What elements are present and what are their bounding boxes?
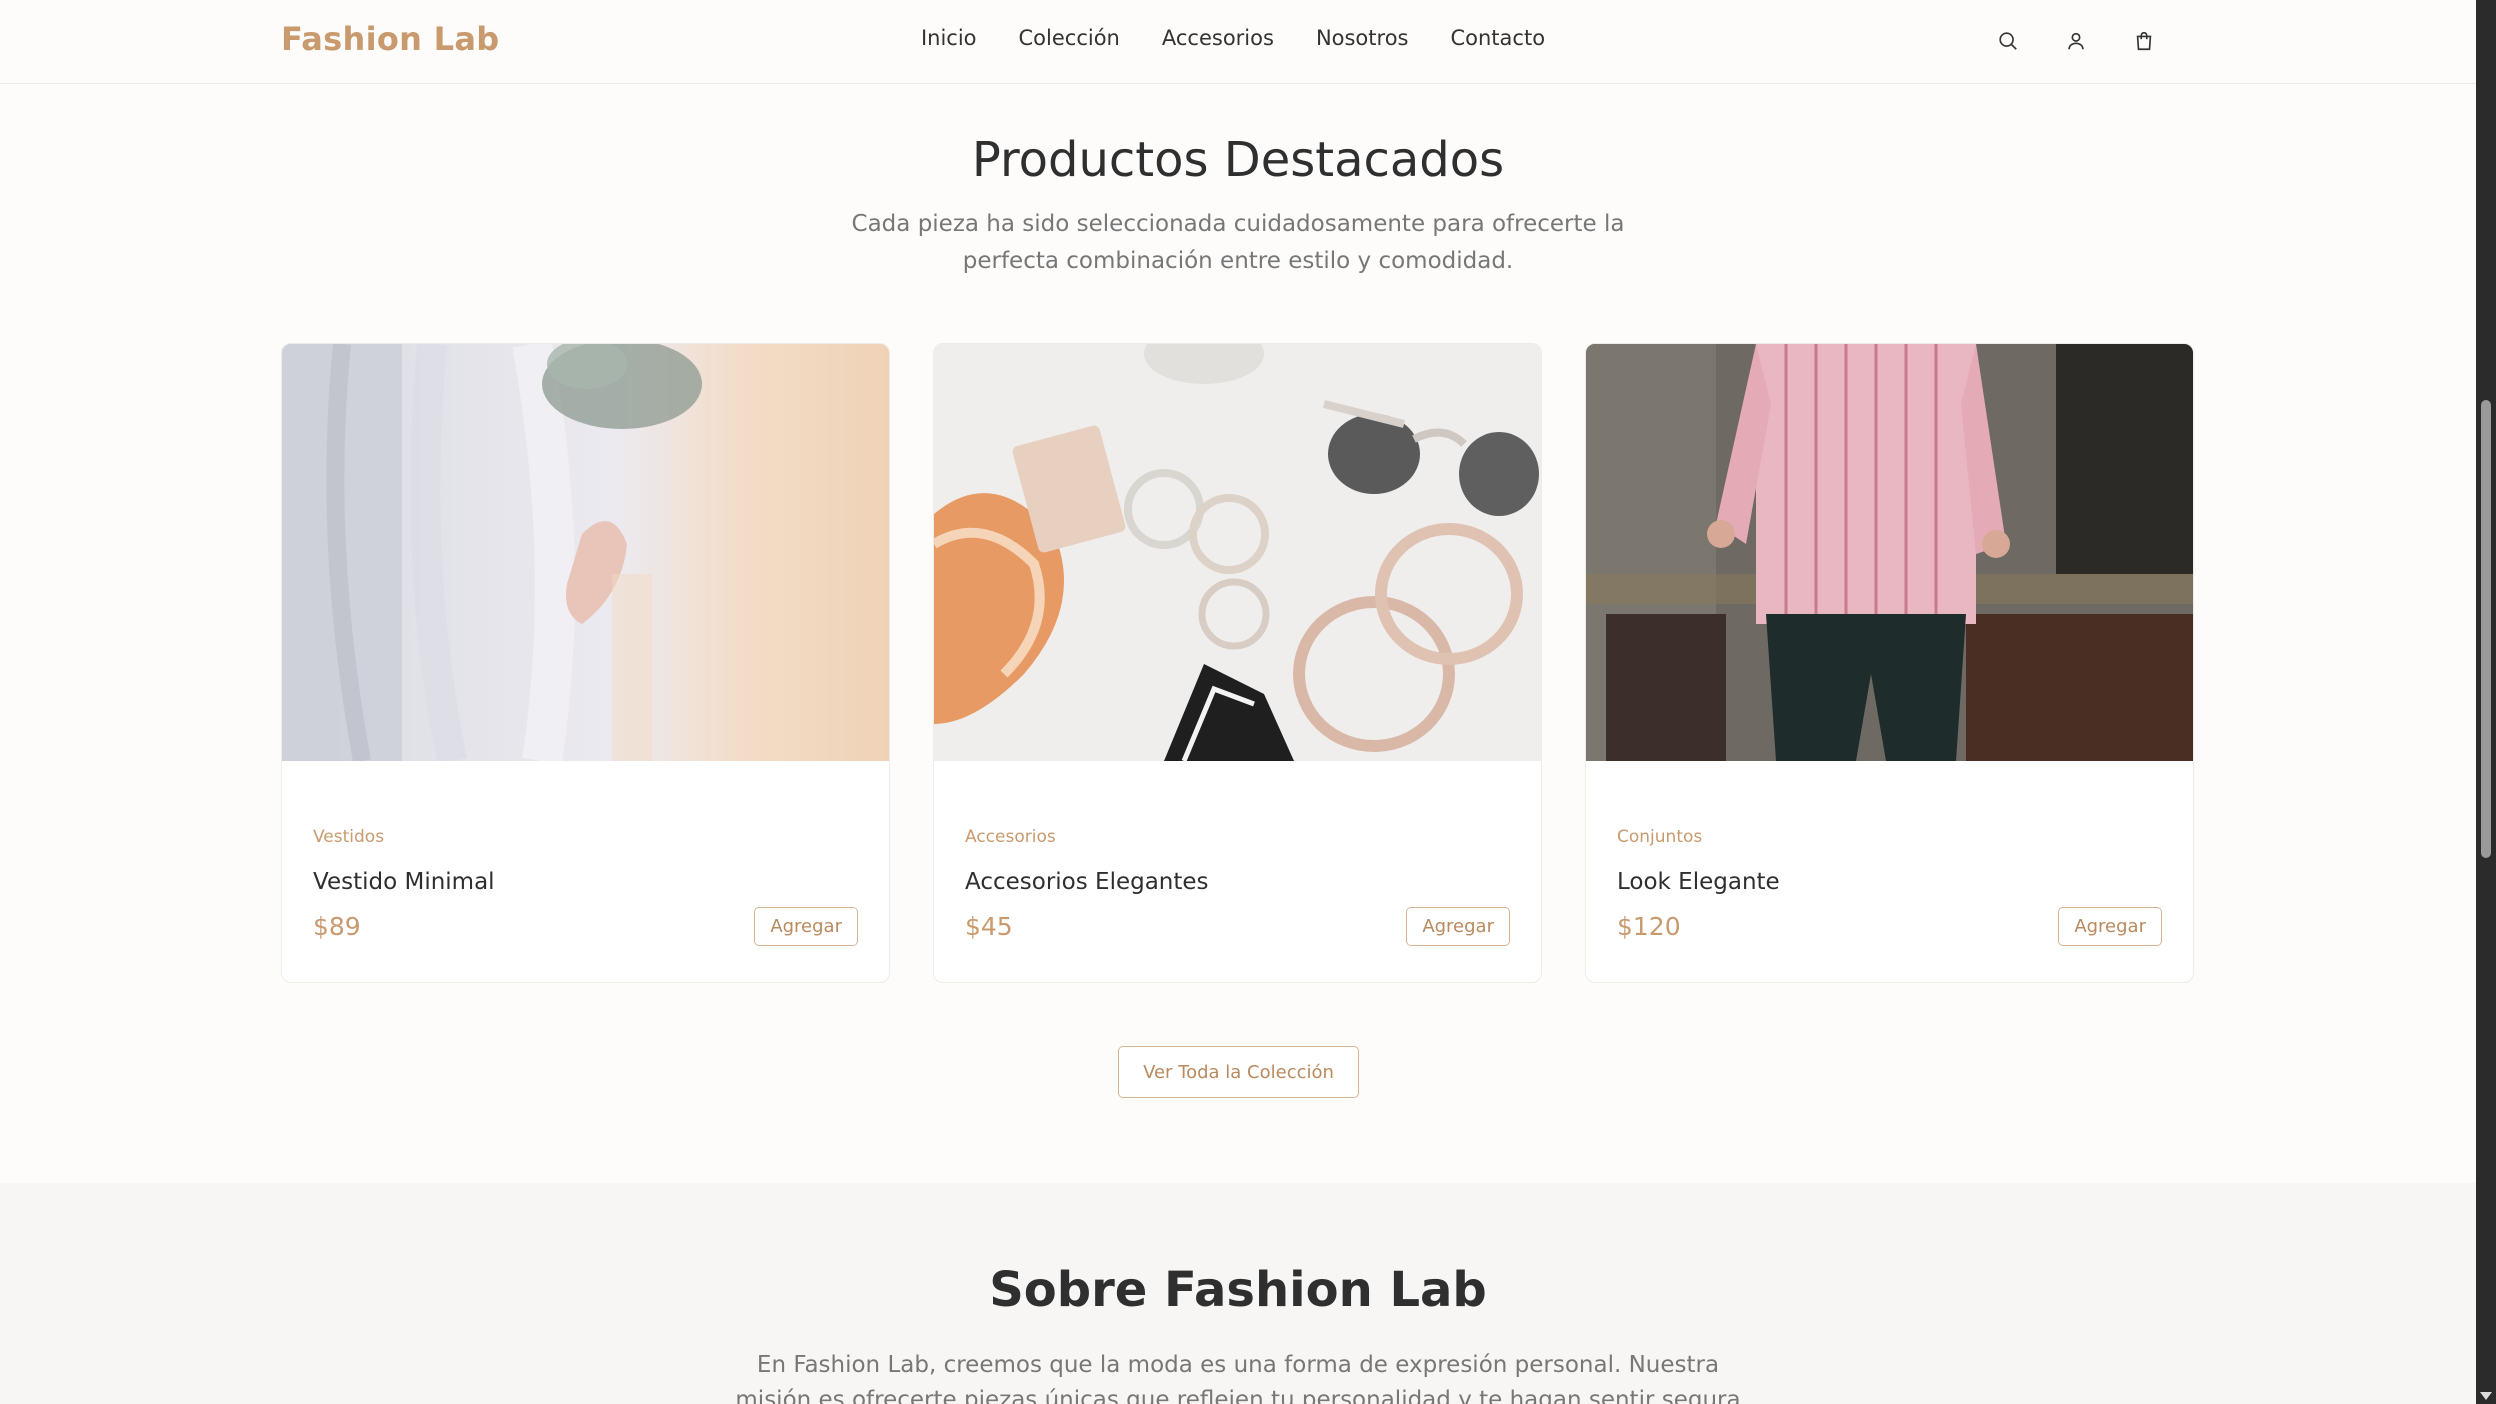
product-category: Conjuntos (1617, 827, 1703, 847)
shopping-bag-icon[interactable] (2132, 26, 2156, 56)
search-icon[interactable] (1996, 26, 2020, 56)
product-grid: Vestidos Vestido Minimal $89 Agregar Acc… (281, 343, 2194, 983)
product-price: $45 (965, 912, 1013, 941)
site-header: Fashion Lab Inicio Colección Accesorios … (0, 0, 2476, 84)
product-price: $89 (313, 912, 361, 941)
product-name[interactable]: Vestido Minimal (313, 869, 858, 895)
product-name[interactable]: Look Elegante (1617, 869, 2162, 895)
product-price: $120 (1617, 912, 1681, 941)
nav-accesorios[interactable]: Accesorios (1162, 26, 1274, 50)
product-card[interactable]: Conjuntos Look Elegante $120 Agregar (1585, 343, 2194, 983)
add-to-cart-button[interactable]: Agregar (2058, 907, 2162, 946)
product-category: Accesorios (965, 827, 1056, 847)
product-name[interactable]: Accesorios Elegantes (965, 869, 1510, 895)
nav-inicio[interactable]: Inicio (921, 26, 977, 50)
product-card[interactable]: Accesorios Accesorios Elegantes $45 Agre… (933, 343, 1542, 983)
product-info: Vestidos Vestido Minimal $89 Agregar (313, 827, 858, 946)
header-actions (1996, 26, 2156, 56)
featured-subtitle: Cada pieza ha sido seleccionada cuidados… (851, 211, 1625, 274)
product-image-accessories[interactable] (934, 344, 1541, 761)
nav-coleccion[interactable]: Colección (1019, 26, 1120, 50)
scrollbar-thumb[interactable] (2481, 400, 2491, 858)
product-image-outfit[interactable] (1586, 344, 2193, 761)
vertical-scrollbar[interactable] (2476, 0, 2496, 1404)
nav-contacto[interactable]: Contacto (1450, 26, 1545, 50)
add-to-cart-button[interactable]: Agregar (754, 907, 858, 946)
product-category: Vestidos (313, 827, 385, 847)
product-info: Conjuntos Look Elegante $120 Agregar (1617, 827, 2162, 946)
about-text: En Fashion Lab, creemos que la moda es u… (735, 1352, 1741, 1404)
user-icon[interactable] (2064, 26, 2088, 56)
about-title: Sobre Fashion Lab (989, 1262, 1487, 1318)
product-info: Accesorios Accesorios Elegantes $45 Agre… (965, 827, 1510, 946)
add-to-cart-button[interactable]: Agregar (1406, 907, 1510, 946)
scroll-down-arrow-icon[interactable] (2480, 1392, 2492, 1400)
page: Fashion Lab Inicio Colección Accesorios … (0, 0, 2476, 1404)
featured-title: Productos Destacados (971, 132, 1505, 188)
nav-nosotros[interactable]: Nosotros (1316, 26, 1409, 50)
view-all-collection-button[interactable]: Ver Toda la Colección (1118, 1046, 1359, 1098)
product-image-dress[interactable] (282, 344, 889, 761)
product-card[interactable]: Vestidos Vestido Minimal $89 Agregar (281, 343, 890, 983)
